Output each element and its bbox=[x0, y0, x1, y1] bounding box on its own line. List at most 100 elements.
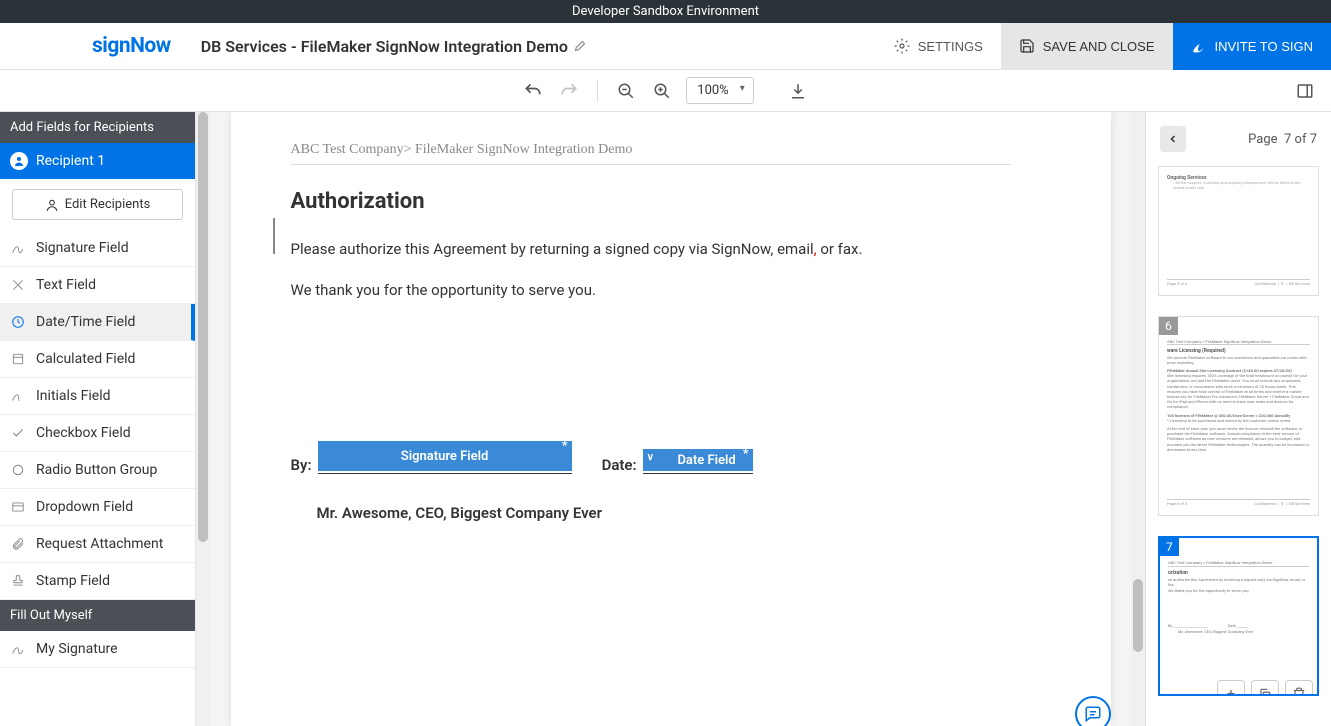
field-checkbox[interactable]: Checkbox Field bbox=[0, 415, 195, 452]
recipient-selector[interactable]: Recipient 1 bbox=[0, 143, 195, 179]
field-label: My Signature bbox=[36, 641, 118, 657]
doc-paragraph-2: We thank you for the opportunity to serv… bbox=[291, 279, 1011, 302]
field-label: Stamp Field bbox=[36, 573, 110, 589]
delete-page-button[interactable] bbox=[1285, 680, 1313, 696]
by-label: By: bbox=[291, 456, 312, 474]
field-signature[interactable]: Signature Field bbox=[0, 230, 195, 267]
field-text[interactable]: Text Field bbox=[0, 267, 195, 304]
zoom-select[interactable]: 100% bbox=[686, 77, 753, 104]
doc-paragraph-1: Please authorize this Agreement by retur… bbox=[291, 238, 1011, 261]
duplicate-page-button[interactable] bbox=[1251, 680, 1279, 696]
field-label: Checkbox Field bbox=[36, 425, 131, 441]
stamp-icon bbox=[10, 573, 26, 589]
field-label: Date/Time Field bbox=[36, 314, 135, 330]
thumbs-collapse-button[interactable] bbox=[1160, 126, 1186, 152]
field-stamp[interactable]: Stamp Field bbox=[0, 563, 195, 600]
chat-icon bbox=[1084, 705, 1102, 723]
plus-icon: + bbox=[1227, 686, 1235, 696]
undo-button[interactable] bbox=[521, 79, 545, 103]
add-page-button[interactable]: + bbox=[1217, 680, 1245, 696]
field-radio[interactable]: Radio Button Group bbox=[0, 452, 195, 489]
field-my-signature[interactable]: My Signature bbox=[0, 631, 195, 668]
copy-icon bbox=[1258, 687, 1272, 696]
field-calculated[interactable]: Calculated Field bbox=[0, 341, 195, 378]
download-icon bbox=[789, 82, 807, 100]
text-icon bbox=[10, 277, 26, 293]
app-header: signNow DB Services - FileMaker SignNow … bbox=[0, 23, 1331, 70]
signature-field-placeholder[interactable]: Signature Field * bbox=[318, 441, 572, 471]
trash-icon bbox=[1292, 687, 1306, 696]
document-canvas[interactable]: ABC Test Company> FileMaker SignNow Inte… bbox=[210, 112, 1131, 726]
page-indicator: Page 7 of 7 bbox=[1248, 132, 1317, 147]
zoom-out-icon bbox=[617, 82, 635, 100]
thumbnails-list[interactable]: Ongoing Services • All the support, coac… bbox=[1146, 166, 1331, 726]
sandbox-banner: Developer Sandbox Environment bbox=[0, 0, 1331, 23]
field-datetime[interactable]: Date/Time Field bbox=[0, 304, 195, 341]
page-thumbnail[interactable]: Ongoing Services • All the support, coac… bbox=[1158, 166, 1319, 296]
logo: signNow bbox=[0, 34, 201, 58]
dropdown-icon bbox=[10, 499, 26, 515]
edit-recipients-label: Edit Recipients bbox=[65, 197, 151, 212]
fields-sidebar: Add Fields for Recipients Recipient 1 Ed… bbox=[0, 112, 196, 726]
field-label: Dropdown Field bbox=[36, 499, 133, 515]
date-field-placeholder[interactable]: ∨ Date Field * bbox=[643, 449, 753, 471]
thumb-page-number: 7 bbox=[1160, 538, 1179, 556]
invite-sign-button[interactable]: INVITE TO SIGN bbox=[1173, 23, 1331, 70]
thumbnails-panel: Page 7 of 7 Ongoing Services • All the s… bbox=[1145, 112, 1331, 726]
document-page: ABC Test Company> FileMaker SignNow Inte… bbox=[231, 112, 1111, 726]
gear-icon bbox=[894, 38, 910, 54]
page-thumbnail-current[interactable]: 7 ABC Test Company > FileMaker SignNow I… bbox=[1158, 536, 1319, 696]
add-fields-header: Add Fields for Recipients bbox=[0, 112, 195, 143]
person-icon bbox=[10, 152, 28, 170]
radio-icon bbox=[10, 462, 26, 478]
edit-recipients-button[interactable]: Edit Recipients bbox=[12, 189, 183, 220]
field-attachment[interactable]: Request Attachment bbox=[0, 526, 195, 563]
initials-icon bbox=[10, 388, 26, 404]
document-title-text: DB Services - FileMaker SignNow Integrat… bbox=[201, 37, 568, 56]
doc-heading: Authorization bbox=[291, 189, 1011, 214]
field-label: Signature Field bbox=[36, 240, 129, 256]
calculated-icon bbox=[10, 351, 26, 367]
main-area: Add Fields for Recipients Recipient 1 Ed… bbox=[0, 112, 1331, 726]
field-label: Initials Field bbox=[36, 388, 111, 404]
undo-icon bbox=[523, 81, 543, 101]
doc-breadcrumb: ABC Test Company> FileMaker SignNow Inte… bbox=[291, 142, 1011, 165]
field-initials[interactable]: Initials Field bbox=[0, 378, 195, 415]
checkbox-icon bbox=[10, 425, 26, 441]
save-close-button[interactable]: SAVE AND CLOSE bbox=[1001, 23, 1173, 70]
layout-toggle-button[interactable] bbox=[1293, 79, 1317, 103]
zoom-in-button[interactable] bbox=[650, 79, 674, 103]
canvas-scrollbar[interactable] bbox=[1131, 112, 1145, 726]
field-label: Request Attachment bbox=[36, 536, 163, 552]
fill-out-myself-header: Fill Out Myself bbox=[0, 600, 195, 631]
settings-label: SETTINGS bbox=[918, 39, 983, 54]
settings-button[interactable]: SETTINGS bbox=[876, 23, 1001, 70]
signature-icon bbox=[10, 641, 26, 657]
save-icon bbox=[1019, 38, 1035, 54]
field-dropdown[interactable]: Dropdown Field bbox=[0, 489, 195, 526]
field-label: Calculated Field bbox=[36, 351, 135, 367]
page-thumbnail[interactable]: 6 ABC Test Company > FileMaker SignNow I… bbox=[1158, 316, 1319, 516]
edit-title-icon[interactable] bbox=[574, 40, 586, 52]
download-button[interactable] bbox=[786, 79, 810, 103]
signature-icon bbox=[10, 240, 26, 256]
signature-row: By: Signature Field * Date: ∨ D bbox=[291, 441, 1011, 474]
person-outline-icon bbox=[45, 198, 59, 212]
field-label: Text Field bbox=[36, 277, 96, 293]
redo-icon bbox=[559, 81, 579, 101]
date-label: Date: bbox=[602, 456, 637, 474]
margin-indicator bbox=[273, 218, 275, 254]
sidebar-scrollbar[interactable] bbox=[196, 112, 210, 726]
save-label: SAVE AND CLOSE bbox=[1043, 39, 1155, 54]
redo-button[interactable] bbox=[557, 79, 581, 103]
field-label: Radio Button Group bbox=[36, 462, 157, 478]
quill-icon bbox=[1191, 38, 1207, 54]
chevron-left-icon bbox=[1167, 133, 1179, 145]
invite-label: INVITE TO SIGN bbox=[1215, 39, 1313, 54]
chat-button[interactable] bbox=[1075, 696, 1111, 726]
zoom-in-icon bbox=[653, 82, 671, 100]
attachment-icon bbox=[10, 536, 26, 552]
toolbar: 100% bbox=[0, 70, 1331, 112]
zoom-out-button[interactable] bbox=[614, 79, 638, 103]
document-title[interactable]: DB Services - FileMaker SignNow Integrat… bbox=[201, 37, 876, 56]
